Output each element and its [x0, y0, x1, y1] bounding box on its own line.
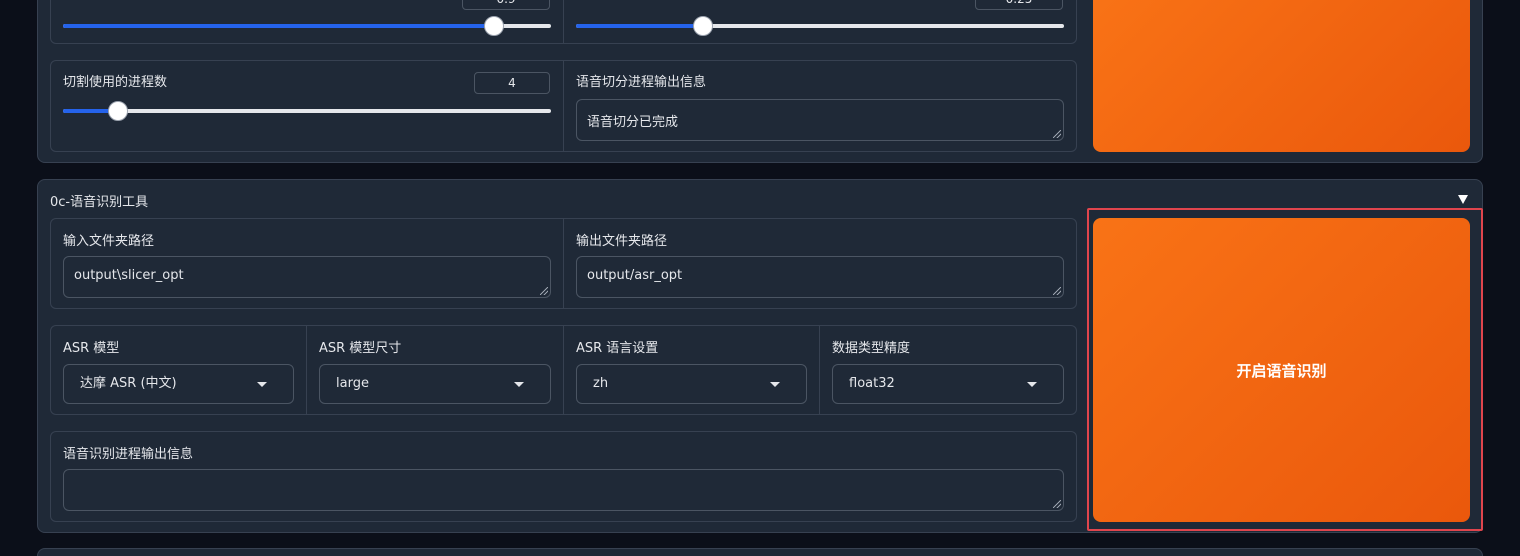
slider-b-track[interactable] — [576, 16, 1064, 36]
asr-language-value: zh — [593, 376, 609, 391]
slice-output-label: 语音切分进程输出信息 — [576, 75, 707, 90]
divider — [563, 60, 564, 152]
divider — [306, 325, 307, 415]
slider-a-track[interactable] — [63, 16, 551, 36]
chevron-down-icon — [770, 382, 780, 387]
asr-language-dropdown[interactable]: zh — [576, 364, 807, 404]
asr-section-title: 0c-语音识别工具 — [50, 195, 149, 210]
selection-highlight — [1087, 208, 1483, 531]
next-section — [37, 548, 1483, 556]
chevron-down-icon — [514, 382, 524, 387]
chevron-down-icon — [1027, 382, 1037, 387]
resize-handle-icon[interactable] — [1053, 500, 1061, 508]
divider — [563, 325, 564, 415]
process-count-track[interactable] — [63, 101, 551, 121]
precision-label: 数据类型精度 — [832, 341, 911, 356]
asr-language-label: ASR 语言设置 — [576, 341, 659, 356]
divider — [819, 325, 820, 415]
slider-b-value[interactable]: 0.25 — [975, 0, 1063, 10]
asr-model-size-label: ASR 模型尺寸 — [319, 341, 402, 356]
asr-model-value: 达摩 ASR (中文) — [80, 376, 177, 391]
asr-model-dropdown[interactable]: 达摩 ASR (中文) — [63, 364, 294, 404]
slider-b-thumb[interactable] — [693, 16, 713, 36]
slider-a-value[interactable]: 0.9 — [462, 0, 550, 10]
slice-start-button[interactable] — [1093, 0, 1470, 152]
process-count-label: 切割使用的进程数 — [63, 75, 168, 90]
chevron-down-icon — [257, 382, 267, 387]
resize-handle-icon[interactable] — [1053, 287, 1061, 295]
asr-model-size-dropdown[interactable]: large — [319, 364, 551, 404]
output-folder-label: 输出文件夹路径 — [576, 234, 668, 249]
slider-a-fill — [63, 24, 494, 28]
precision-dropdown[interactable]: float32 — [832, 364, 1064, 404]
slice-output-text: 语音切分已完成 — [587, 115, 679, 130]
process-count-thumb[interactable] — [108, 101, 128, 121]
asr-model-size-value: large — [336, 376, 369, 391]
divider — [563, 218, 564, 309]
slice-output-field[interactable]: 语音切分已完成 — [576, 99, 1064, 141]
input-folder-label: 输入文件夹路径 — [63, 234, 155, 249]
asr-output-label: 语音识别进程输出信息 — [63, 447, 194, 462]
input-folder-field[interactable]: output\slicer_opt — [63, 256, 551, 298]
input-folder-text: output\slicer_opt — [74, 268, 184, 283]
resize-handle-icon[interactable] — [540, 287, 548, 295]
output-folder-field[interactable]: output/asr_opt — [576, 256, 1064, 298]
output-folder-text: output/asr_opt — [587, 268, 683, 283]
process-count-value[interactable]: 4 — [474, 72, 550, 94]
precision-value: float32 — [849, 376, 895, 391]
collapse-triangle-icon[interactable] — [1458, 195, 1468, 204]
slider-b-fill — [576, 24, 703, 28]
asr-output-field[interactable] — [63, 469, 1064, 511]
resize-handle-icon[interactable] — [1053, 130, 1061, 138]
slider-a-thumb[interactable] — [484, 16, 504, 36]
asr-model-label: ASR 模型 — [63, 341, 120, 356]
divider — [563, 0, 564, 44]
